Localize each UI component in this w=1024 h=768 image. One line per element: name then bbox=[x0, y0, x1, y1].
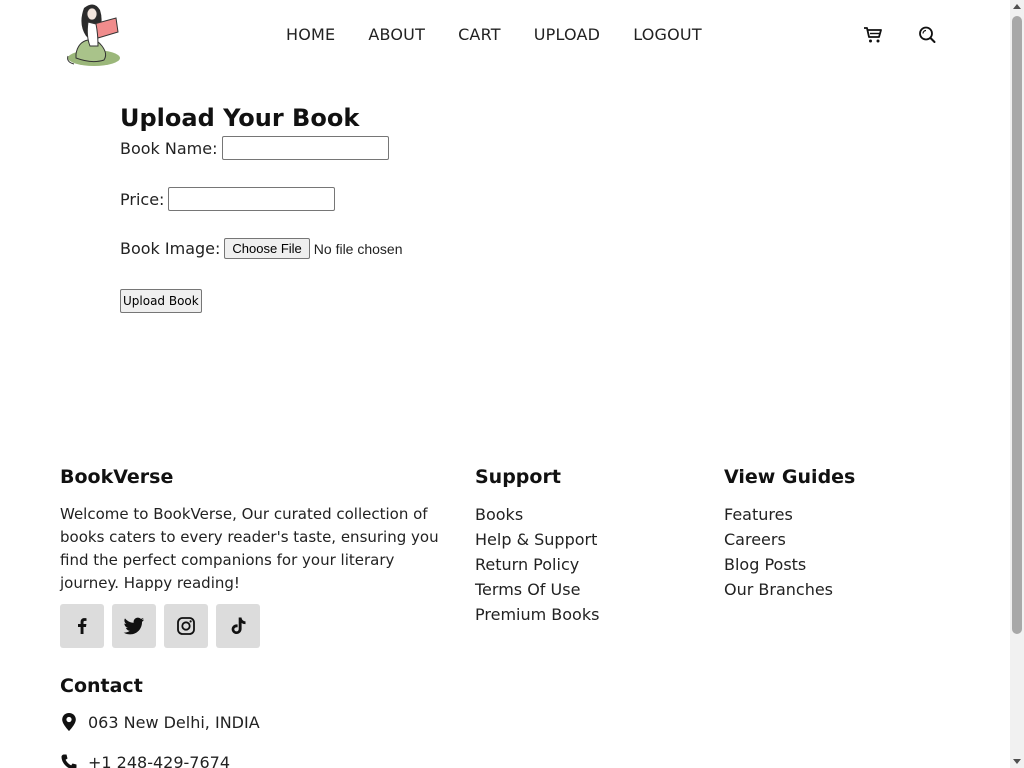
tiktok-icon[interactable] bbox=[216, 604, 260, 648]
file-status: No file chosen bbox=[313, 240, 403, 257]
support-link-help[interactable]: Help & Support bbox=[475, 527, 599, 552]
site-logo[interactable] bbox=[64, 2, 124, 68]
scroll-down-arrow-icon[interactable] bbox=[1013, 759, 1021, 764]
support-link-books[interactable]: Books bbox=[475, 502, 599, 527]
facebook-icon[interactable] bbox=[60, 604, 104, 648]
contact-address: 063 New Delhi, INDIA bbox=[60, 712, 260, 732]
nav-cart[interactable]: CART bbox=[458, 25, 501, 44]
site-footer: BookVerse Welcome to BookVerse, Our cura… bbox=[0, 450, 1010, 768]
support-link-terms[interactable]: Terms Of Use bbox=[475, 577, 599, 602]
scroll-up-arrow-icon[interactable] bbox=[1013, 4, 1021, 9]
search-icon[interactable] bbox=[917, 25, 937, 45]
support-link-premium[interactable]: Premium Books bbox=[475, 602, 599, 627]
support-link-return-policy[interactable]: Return Policy bbox=[475, 552, 599, 577]
upload-form: Upload Your Book Book Name: Price: Book … bbox=[120, 102, 620, 313]
cart-icon[interactable] bbox=[863, 25, 883, 45]
contact-phone: +1 248-429-7674 bbox=[60, 752, 230, 768]
guides-link-blog[interactable]: Blog Posts bbox=[724, 552, 833, 577]
phone-icon bbox=[60, 752, 78, 768]
book-image-row: Book Image: Choose File No file chosen bbox=[120, 238, 403, 259]
scrollbar-thumb[interactable] bbox=[1012, 16, 1022, 634]
contact-title: Contact bbox=[60, 675, 143, 697]
footer-about-text: Welcome to BookVerse, Our curated collec… bbox=[60, 505, 439, 592]
price-row: Price: bbox=[120, 187, 336, 211]
social-links bbox=[60, 604, 268, 648]
page-scrollbar[interactable] bbox=[1010, 0, 1024, 768]
phone-text[interactable]: +1 248-429-7674 bbox=[88, 753, 230, 768]
guides-links: Features Careers Blog Posts Our Branches bbox=[724, 502, 833, 602]
book-name-row: Book Name: bbox=[120, 136, 389, 160]
support-title: Support bbox=[475, 466, 561, 488]
nav-upload[interactable]: UPLOAD bbox=[534, 25, 600, 44]
book-name-input[interactable] bbox=[221, 136, 389, 160]
nav-about[interactable]: ABOUT bbox=[368, 25, 425, 44]
price-label: Price: bbox=[120, 189, 165, 209]
guides-link-careers[interactable]: Careers bbox=[724, 527, 833, 552]
price-input[interactable] bbox=[168, 187, 336, 211]
book-name-label: Book Name: bbox=[120, 138, 218, 158]
instagram-icon[interactable] bbox=[164, 604, 208, 648]
choose-file-button[interactable]: Choose File bbox=[224, 238, 310, 259]
site-header: HOME ABOUT CART UPLOAD LOGOUT bbox=[0, 0, 1010, 72]
nav-logout[interactable]: LOGOUT bbox=[633, 25, 702, 44]
address-text: 063 New Delhi, INDIA bbox=[88, 712, 260, 732]
upload-book-button[interactable]: Upload Book bbox=[120, 289, 202, 313]
guides-link-features[interactable]: Features bbox=[724, 502, 833, 527]
guides-title: View Guides bbox=[724, 466, 856, 488]
main-nav: HOME ABOUT CART UPLOAD LOGOUT bbox=[286, 25, 735, 44]
guides-link-branches[interactable]: Our Branches bbox=[724, 577, 833, 602]
twitter-icon[interactable] bbox=[112, 604, 156, 648]
support-links: Books Help & Support Return Policy Terms… bbox=[475, 502, 599, 627]
footer-brand: BookVerse bbox=[60, 466, 174, 488]
location-pin-icon bbox=[60, 712, 78, 732]
nav-home[interactable]: HOME bbox=[286, 25, 335, 44]
book-image-label: Book Image: bbox=[120, 239, 221, 258]
page-title: Upload Your Book bbox=[120, 104, 360, 132]
